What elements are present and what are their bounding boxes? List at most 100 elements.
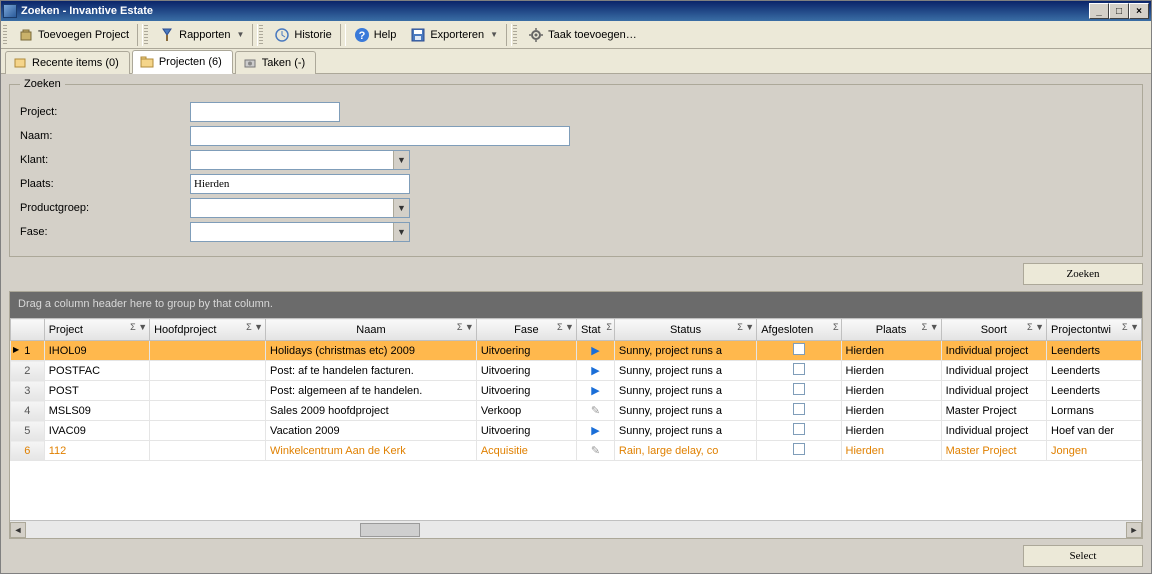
reports-button[interactable]: Rapporten ▼ bbox=[152, 23, 251, 47]
naam-input[interactable] bbox=[190, 126, 570, 146]
add-task-button[interactable]: Taak toevoegen… bbox=[521, 23, 644, 47]
minimize-button[interactable]: _ bbox=[1089, 3, 1109, 19]
plaats-input[interactable] bbox=[190, 174, 410, 194]
label-productgroep: Productgroep: bbox=[20, 202, 190, 214]
col-projectontw[interactable]: ProjectontwiΣ ▼ bbox=[1047, 319, 1142, 341]
col-rownum[interactable] bbox=[11, 319, 45, 341]
cell-fase: Uitvoering bbox=[476, 381, 576, 401]
col-fase[interactable]: FaseΣ ▼ bbox=[476, 319, 576, 341]
maximize-button[interactable]: □ bbox=[1109, 3, 1129, 19]
close-button[interactable]: × bbox=[1129, 3, 1149, 19]
cell-afgesloten[interactable] bbox=[757, 341, 841, 361]
cell-soort: Master Project bbox=[941, 441, 1046, 461]
cell-plaats: Hierden bbox=[841, 341, 941, 361]
klant-input[interactable] bbox=[191, 151, 393, 169]
toolbar-grip bbox=[259, 25, 263, 45]
col-afgesloten[interactable]: AfgeslotenΣ bbox=[757, 319, 841, 341]
row-number: 4 bbox=[11, 401, 45, 421]
productgroep-input[interactable] bbox=[191, 199, 393, 217]
table-row[interactable]: 2POSTFACPost: af te handelen facturen.Ui… bbox=[11, 361, 1142, 381]
reports-icon bbox=[159, 27, 175, 43]
checkbox[interactable] bbox=[793, 363, 805, 375]
cell-naam: Post: algemeen af te handelen. bbox=[266, 381, 477, 401]
reports-label: Rapporten bbox=[179, 29, 230, 41]
cell-stat: ✎ bbox=[576, 401, 614, 421]
col-stat[interactable]: StatΣ bbox=[576, 319, 614, 341]
tab-projects[interactable]: Projecten (6) bbox=[132, 50, 233, 74]
cell-naam: Winkelcentrum Aan de Kerk bbox=[266, 441, 477, 461]
scroll-right-button[interactable]: ► bbox=[1126, 522, 1142, 538]
tab-tasks[interactable]: Taken (-) bbox=[235, 51, 316, 74]
app-icon bbox=[3, 4, 17, 18]
cell-afgesloten[interactable] bbox=[757, 441, 841, 461]
play-icon: ▶ bbox=[591, 345, 599, 357]
cell-ontw: Leenderts bbox=[1047, 381, 1142, 401]
cell-ontw: Leenderts bbox=[1047, 361, 1142, 381]
history-button[interactable]: Historie bbox=[267, 23, 338, 47]
cell-fase: Uitvoering bbox=[476, 421, 576, 441]
cell-hoofdproject bbox=[150, 361, 266, 381]
col-plaats[interactable]: PlaatsΣ ▼ bbox=[841, 319, 941, 341]
export-button[interactable]: Exporteren ▼ bbox=[403, 23, 505, 47]
cell-afgesloten[interactable] bbox=[757, 401, 841, 421]
col-soort[interactable]: SoortΣ ▼ bbox=[941, 319, 1046, 341]
row-number: 6 bbox=[11, 441, 45, 461]
klant-combo[interactable]: ▼ bbox=[190, 150, 410, 170]
col-status[interactable]: StatusΣ ▼ bbox=[614, 319, 756, 341]
scroll-left-button[interactable]: ◄ bbox=[10, 522, 26, 538]
play-icon: ▶ bbox=[591, 365, 599, 377]
search-button[interactable]: Zoeken bbox=[1023, 263, 1143, 285]
chevron-down-icon[interactable]: ▼ bbox=[393, 199, 409, 217]
row-number: 2 bbox=[11, 361, 45, 381]
cell-fase: Uitvoering bbox=[476, 361, 576, 381]
table-row[interactable]: 4MSLS09Sales 2009 hoofdprojectVerkoop✎Su… bbox=[11, 401, 1142, 421]
help-icon: ? bbox=[354, 27, 370, 43]
table-row[interactable]: 1IHOL09Holidays (christmas etc) 2009Uitv… bbox=[11, 341, 1142, 361]
folder-icon bbox=[139, 54, 155, 70]
cell-soort: Individual project bbox=[941, 361, 1046, 381]
horizontal-scrollbar[interactable]: ◄ ► bbox=[10, 520, 1142, 538]
checkbox[interactable] bbox=[793, 383, 805, 395]
cell-naam: Sales 2009 hoofdproject bbox=[266, 401, 477, 421]
label-project: Project: bbox=[20, 106, 190, 118]
cell-hoofdproject bbox=[150, 421, 266, 441]
col-project[interactable]: ProjectΣ ▼ bbox=[44, 319, 149, 341]
checkbox[interactable] bbox=[793, 403, 805, 415]
tab-recent[interactable]: Recente items (0) bbox=[5, 51, 130, 74]
cell-ontw: Jongen bbox=[1047, 441, 1142, 461]
cell-ontw: Leenderts bbox=[1047, 341, 1142, 361]
chevron-down-icon[interactable]: ▼ bbox=[393, 151, 409, 169]
cell-status: Sunny, project runs a bbox=[614, 421, 756, 441]
table-row[interactable]: 3POSTPost: algemeen af te handelen.Uitvo… bbox=[11, 381, 1142, 401]
cell-afgesloten[interactable] bbox=[757, 361, 841, 381]
checkbox[interactable] bbox=[793, 343, 805, 355]
table-row[interactable]: 5IVAC09Vacation 2009Uitvoering▶Sunny, pr… bbox=[11, 421, 1142, 441]
select-button[interactable]: Select bbox=[1023, 545, 1143, 567]
group-by-bar[interactable]: Drag a column header here to group by th… bbox=[10, 292, 1142, 318]
table-row[interactable]: 6112Winkelcentrum Aan de KerkAcquisitie✎… bbox=[11, 441, 1142, 461]
play-icon: ▶ bbox=[591, 385, 599, 397]
scroll-thumb[interactable] bbox=[360, 523, 420, 537]
gear-icon bbox=[528, 27, 544, 43]
cell-afgesloten[interactable] bbox=[757, 381, 841, 401]
cell-fase: Uitvoering bbox=[476, 341, 576, 361]
checkbox[interactable] bbox=[793, 423, 805, 435]
help-label: Help bbox=[374, 29, 397, 41]
productgroep-combo[interactable]: ▼ bbox=[190, 198, 410, 218]
fase-combo[interactable]: ▼ bbox=[190, 222, 410, 242]
toolbar-grip bbox=[3, 25, 7, 45]
project-input[interactable] bbox=[190, 102, 340, 122]
add-project-button[interactable]: Toevoegen Project bbox=[11, 23, 136, 47]
col-hoofdproject[interactable]: HoofdprojectΣ ▼ bbox=[150, 319, 266, 341]
checkbox[interactable] bbox=[793, 443, 805, 455]
col-naam[interactable]: NaamΣ ▼ bbox=[266, 319, 477, 341]
svg-text:?: ? bbox=[358, 30, 365, 42]
cell-plaats: Hierden bbox=[841, 381, 941, 401]
cell-soort: Individual project bbox=[941, 421, 1046, 441]
fase-input[interactable] bbox=[191, 223, 393, 241]
help-button[interactable]: ? Help bbox=[347, 23, 404, 47]
cell-project: IVAC09 bbox=[44, 421, 149, 441]
cell-afgesloten[interactable] bbox=[757, 421, 841, 441]
cell-project: MSLS09 bbox=[44, 401, 149, 421]
chevron-down-icon[interactable]: ▼ bbox=[393, 223, 409, 241]
